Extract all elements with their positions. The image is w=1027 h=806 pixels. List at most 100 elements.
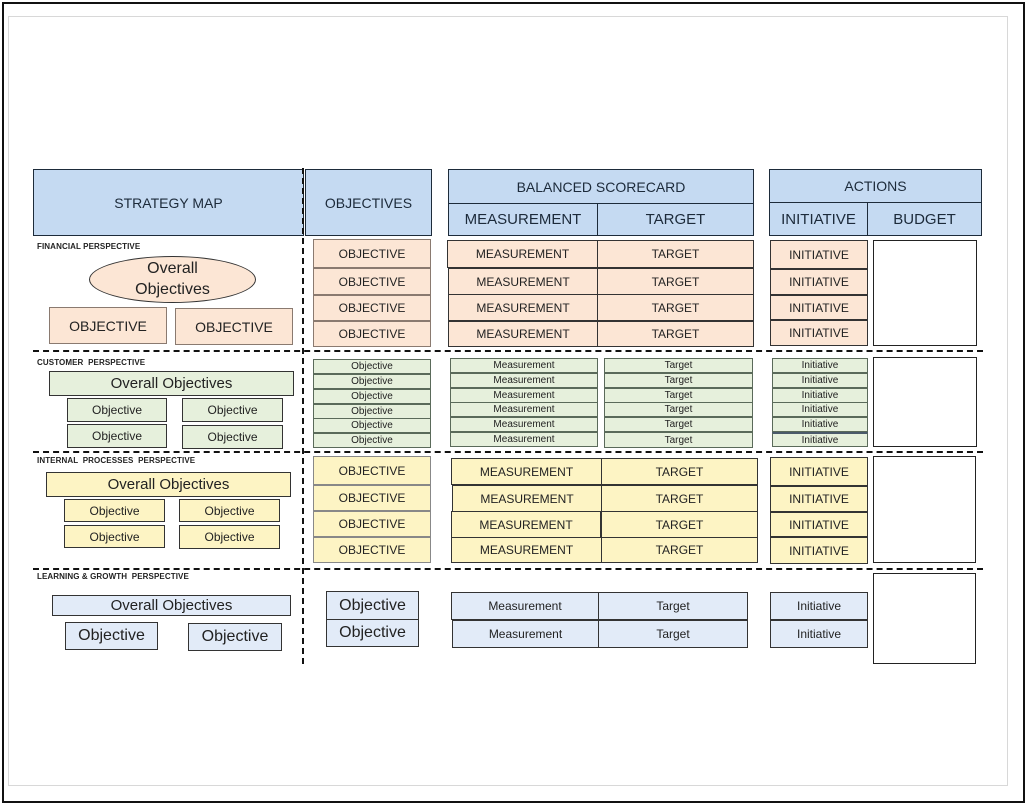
financial-measurement: MEASUREMENT [448,321,598,347]
customer-measurement: Measurement [450,417,598,432]
learning-target: Target [598,620,748,648]
financial-objective: OBJECTIVE [313,321,431,347]
financial-map-objective: OBJECTIVE [49,307,167,344]
learning-map-objective: Objective [188,623,282,651]
customer-measurement: Measurement [450,358,598,373]
customer-objective: Objective [313,433,431,448]
customer-map-objective: Objective [182,425,283,449]
perspective-separator [33,451,983,453]
internal-objective: OBJECTIVE [313,485,431,511]
internal-map-objective: Objective [179,499,280,522]
learning-overall-objectives: Overall Objectives [52,595,291,616]
financial-budget-cell[interactable] [873,240,977,346]
customer-budget-cell[interactable] [873,357,977,447]
learning-initiative: Initiative [770,620,868,648]
financial-overall-objectives: Overall Objectives [89,256,256,303]
internal-target: TARGET [601,511,758,538]
customer-perspective-title: CUSTOMER PERSPECTIVE [37,358,146,367]
financial-initiative: INITIATIVE [770,240,868,269]
learning-measurement: Measurement [451,592,599,620]
financial-perspective-title: FINANCIAL PERSPECTIVE [37,242,141,251]
customer-objective: Objective [313,359,431,374]
internal-measurement: MEASUREMENT [452,485,602,512]
customer-initiative: Initiative [772,432,868,447]
internal-overall-objectives: Overall Objectives [46,472,291,497]
customer-objective: Objective [313,404,431,419]
learning-objective: Objective [326,591,419,620]
header-strategy-map: STRATEGY MAP [33,169,304,236]
internal-target: TARGET [601,458,758,485]
learning-map-objective: Objective [65,622,158,650]
internal-perspective-title: INTERNAL PROCESSES PERSPECTIVE [37,456,196,465]
internal-initiative: INITIATIVE [770,512,868,537]
internal-map-objective: Objective [179,525,280,549]
financial-map-objective: OBJECTIVE [175,308,293,345]
financial-initiative: INITIATIVE [770,269,868,295]
internal-target: TARGET [601,537,758,563]
internal-map-objective: Objective [64,525,165,548]
header-measurement: MEASUREMENT [448,203,598,236]
strategy-map-divider [302,168,304,664]
financial-target: TARGET [597,268,754,295]
financial-target: TARGET [597,240,754,268]
customer-objective: Objective [313,389,431,404]
customer-target: Target [604,373,753,388]
internal-map-objective: Objective [64,499,165,522]
header-balanced-scorecard: BALANCED SCORECARD [448,169,754,204]
learning-measurement: Measurement [452,620,599,648]
internal-objective: OBJECTIVE [313,511,431,537]
customer-measurement: Measurement [450,388,598,403]
customer-initiative: Initiative [772,417,868,432]
customer-map-objective: Objective [67,424,167,448]
financial-target: TARGET [597,321,754,347]
header-target: TARGET [597,203,754,236]
internal-initiative: INITIATIVE [770,486,868,512]
customer-objective: Objective [313,374,431,389]
internal-objective: OBJECTIVE [313,537,431,563]
customer-target: Target [604,388,753,403]
learning-perspective-title: LEARNING & GROWTH PERSPECTIVE [37,572,189,581]
customer-measurement: Measurement [450,432,598,447]
financial-objective: OBJECTIVE [313,239,431,268]
customer-target: Target [604,432,753,448]
financial-measurement: MEASUREMENT [448,294,598,321]
customer-map-objective: Objective [67,398,167,422]
financial-initiative: INITIATIVE [770,295,868,320]
internal-measurement: MEASUREMENT [451,537,602,563]
internal-measurement: MEASUREMENT [451,511,601,538]
financial-target: TARGET [597,294,754,321]
header-objectives: OBJECTIVES [305,169,432,236]
header-actions: ACTIONS [769,169,982,203]
financial-measurement: MEASUREMENT [448,268,598,295]
customer-target: Target [604,417,753,432]
internal-initiative: INITIATIVE [770,537,868,564]
perspective-separator [33,350,983,352]
internal-objective: OBJECTIVE [313,456,431,485]
customer-initiative: Initiative [772,402,868,417]
customer-measurement: Measurement [450,402,598,417]
customer-target: Target [604,402,753,417]
financial-measurement: MEASUREMENT [447,240,598,268]
learning-target: Target [598,592,748,620]
customer-map-objective: Objective [182,398,283,422]
customer-initiative: Initiative [772,373,868,388]
internal-target: TARGET [601,485,758,512]
header-initiative: INITIATIVE [769,202,868,236]
customer-objective: Objective [313,418,431,433]
customer-initiative: Initiative [772,358,868,373]
perspective-separator [33,568,983,570]
learning-budget-cell[interactable] [873,573,976,664]
customer-overall-objectives: Overall Objectives [49,371,294,396]
financial-objective: OBJECTIVE [313,268,431,295]
internal-budget-cell[interactable] [873,456,976,563]
customer-initiative: Initiative [772,388,868,403]
financial-objective: OBJECTIVE [313,295,431,321]
learning-objective: Objective [326,619,419,647]
customer-target: Target [604,358,753,373]
header-budget: BUDGET [867,202,982,236]
learning-initiative: Initiative [770,592,868,620]
internal-measurement: MEASUREMENT [451,458,602,485]
customer-measurement: Measurement [450,373,598,388]
financial-initiative: INITIATIVE [770,320,868,346]
internal-initiative: INITIATIVE [770,457,868,486]
